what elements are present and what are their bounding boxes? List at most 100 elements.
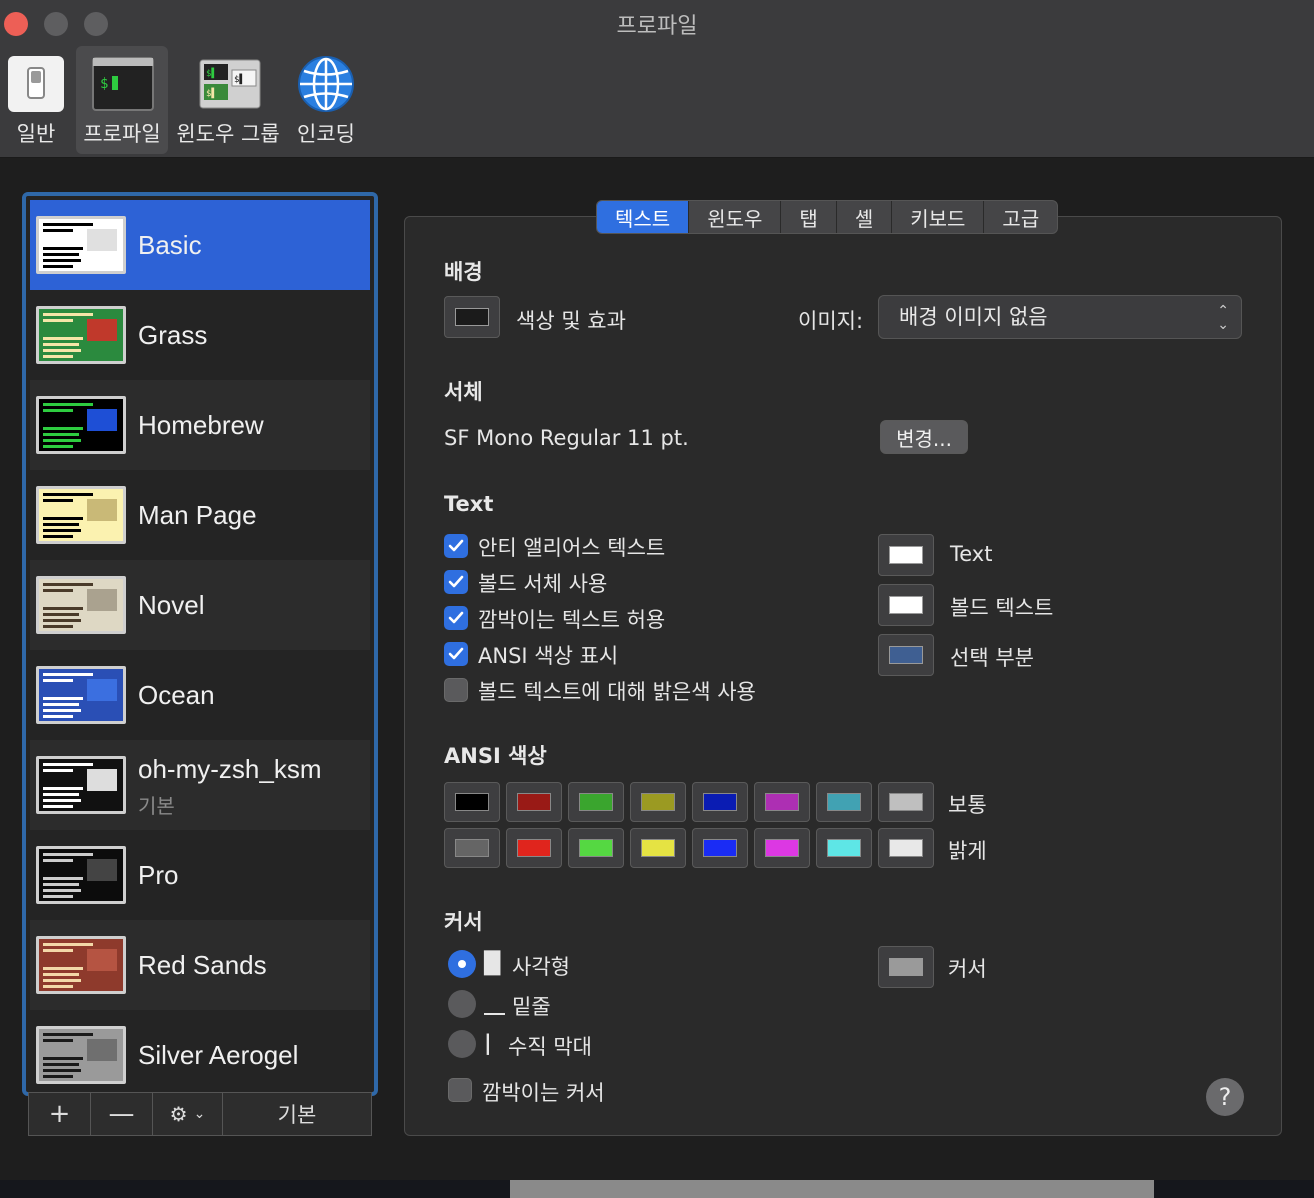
text-option-label: 안티 앨리어스 텍스트 (478, 536, 666, 560)
text-color-button[interactable] (878, 534, 934, 576)
ansi-bright-color-button[interactable] (816, 828, 872, 868)
text-option-checkbox[interactable] (444, 534, 468, 558)
thumbnail-line (43, 433, 79, 436)
ansi-normal-color-button[interactable] (754, 782, 810, 822)
text-color-button[interactable] (878, 634, 934, 676)
thumbnail-line (43, 337, 83, 340)
cursor-style-radio[interactable] (448, 1030, 476, 1058)
thumbnail-line (43, 349, 81, 352)
toolbar-encodings[interactable]: 인코딩 (290, 46, 362, 154)
profile-row[interactable]: Ocean (30, 650, 370, 740)
ansi-bright-color-button[interactable] (506, 828, 562, 868)
profile-name: Man Page (138, 500, 257, 530)
ansi-normal-color-button[interactable] (630, 782, 686, 822)
thumbnail-line (43, 703, 79, 706)
help-button[interactable]: ? (1206, 1078, 1244, 1116)
thumbnail-block (87, 769, 117, 791)
window-group-icon: $▌ $▌ $▌ (198, 54, 261, 114)
blink-cursor-checkbox[interactable] (448, 1078, 472, 1102)
toolbar-general[interactable]: 일반 (2, 46, 70, 154)
profile-row[interactable]: Pro (30, 830, 370, 920)
profile-thumbnail (36, 306, 126, 364)
tab-5[interactable]: 고급 (984, 201, 1057, 233)
set-default-button[interactable]: 기본 (223, 1093, 371, 1135)
thumbnail-line (43, 877, 83, 880)
profile-row[interactable]: Grass (30, 290, 370, 380)
profile-row[interactable]: Man Page (30, 470, 370, 560)
tab-4[interactable]: 키보드 (892, 201, 985, 233)
background-image-select[interactable]: 배경 이미지 없음 ⌃ ⌄ (878, 295, 1242, 339)
tab-1[interactable]: 윈도우 (689, 201, 782, 233)
thumbnail-line (43, 313, 93, 316)
profile-list[interactable]: Basic Grass Homebrew Man Page Novel Ocean oh-m… (22, 192, 378, 1096)
thumbnail-line (43, 889, 81, 892)
ansi-bright-color-button[interactable] (444, 828, 500, 868)
thumbnail-line (43, 613, 79, 616)
thumbnail-line (43, 583, 93, 586)
ansi-normal-color-button[interactable] (568, 782, 624, 822)
profile-name: Ocean (138, 680, 215, 710)
profile-row[interactable]: Novel (30, 560, 370, 650)
toolbar-profiles[interactable]: $ 프로파일 (76, 46, 168, 154)
ansi-color-swatch (641, 839, 675, 857)
profile-row[interactable]: oh-my-zsh_ksm 기본 (30, 740, 370, 830)
profile-row[interactable]: Silver Aerogel (30, 1010, 370, 1092)
text-option-label: 볼드 텍스트에 대해 밝은색 사용 (478, 680, 756, 704)
cursor-style-radio[interactable] (448, 950, 476, 978)
text-option-checkbox[interactable] (444, 678, 468, 702)
remove-profile-button[interactable]: — (91, 1093, 153, 1135)
cursor-color-button[interactable] (878, 946, 934, 988)
profile-row[interactable]: Homebrew (30, 380, 370, 470)
profile-row[interactable]: Basic (30, 200, 370, 290)
tab-2[interactable]: 탭 (781, 201, 837, 233)
thumbnail-line (43, 259, 81, 262)
thumbnail-line (43, 763, 93, 766)
ansi-normal-color-button[interactable] (506, 782, 562, 822)
cursor-style-radio[interactable] (448, 990, 476, 1018)
ansi-bright-color-button[interactable] (692, 828, 748, 868)
text-color-button[interactable] (878, 584, 934, 626)
thumbnail-line (43, 517, 83, 520)
text-option-checkbox[interactable] (444, 606, 468, 630)
font-section-title: 서체 (444, 380, 483, 404)
cursor-style-glyph: __ (484, 991, 505, 1015)
cursor-style-label: 수직 막대 (508, 1035, 592, 1059)
ansi-bright-color-button[interactable] (754, 828, 810, 868)
ansi-bright-color-button[interactable] (878, 828, 934, 868)
thumbnail-line (43, 1033, 93, 1036)
tab-0[interactable]: 텍스트 (597, 201, 690, 233)
ansi-normal-color-button[interactable] (878, 782, 934, 822)
cursor-style-label: 밑줄 (512, 995, 551, 1019)
thumbnail-line (43, 343, 79, 346)
background-image-value: 배경 이미지 없음 (899, 305, 1048, 329)
change-font-button[interactable]: 변경... (880, 420, 968, 454)
thumbnail-line (43, 409, 73, 412)
profile-name: Homebrew (138, 410, 264, 440)
ansi-color-swatch (703, 839, 737, 857)
tab-3[interactable]: 셸 (837, 201, 893, 233)
thumbnail-line (43, 805, 73, 808)
ansi-bright-color-button[interactable] (630, 828, 686, 868)
image-label: 이미지: (798, 309, 864, 333)
profile-row[interactable]: Red Sands (30, 920, 370, 1010)
ansi-bright-color-button[interactable] (568, 828, 624, 868)
ansi-normal-color-button[interactable] (816, 782, 872, 822)
toolbar-window-groups-label: 윈도우 그룹 (176, 122, 280, 146)
thumbnail-line (43, 709, 81, 712)
ansi-normal-color-button[interactable] (444, 782, 500, 822)
text-option-checkbox[interactable] (444, 642, 468, 666)
thumbnail-line (43, 769, 73, 772)
add-profile-button[interactable]: + (29, 1093, 91, 1135)
svg-text:$▌: $▌ (206, 87, 217, 99)
ansi-color-swatch (703, 793, 737, 811)
text-option-checkbox[interactable] (444, 570, 468, 594)
thumbnail-block (87, 499, 117, 521)
background-color-button[interactable] (444, 296, 500, 338)
toolbar-encodings-label: 인코딩 (297, 122, 355, 146)
cursor-style-label: 사각형 (512, 955, 570, 979)
gear-menu-button[interactable]: ⚙ ⌄ (153, 1093, 223, 1135)
profile-thumbnail (36, 396, 126, 454)
toolbar-window-groups[interactable]: $▌ $▌ $▌ 윈도우 그룹 (174, 46, 282, 154)
ansi-normal-color-button[interactable] (692, 782, 748, 822)
ansi-color-swatch (765, 793, 799, 811)
